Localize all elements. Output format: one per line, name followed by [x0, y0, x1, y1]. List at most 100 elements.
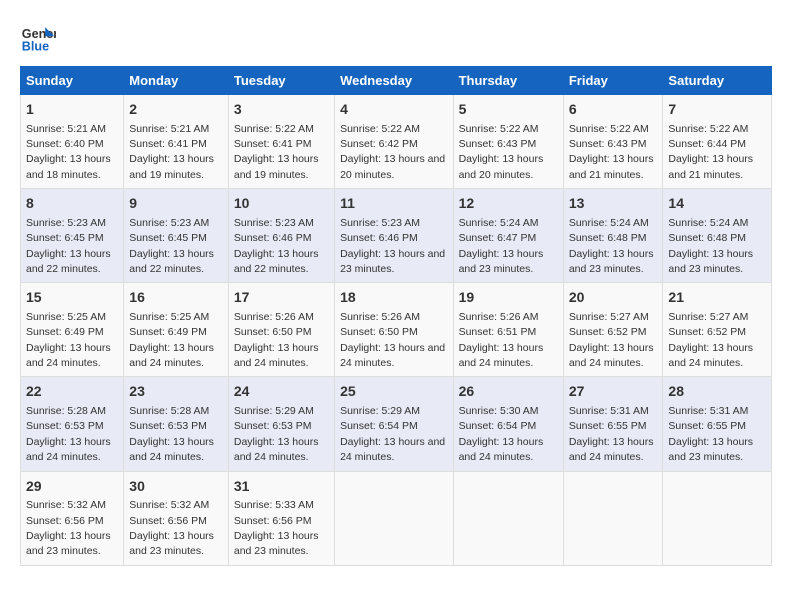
calendar-cell: 17 Sunrise: 5:26 AMSunset: 6:50 PMDaylig… [228, 283, 334, 377]
calendar-cell: 19 Sunrise: 5:26 AMSunset: 6:51 PMDaylig… [453, 283, 563, 377]
day-number: 29 [26, 477, 118, 497]
day-number: 12 [459, 194, 558, 214]
calendar-cell: 21 Sunrise: 5:27 AMSunset: 6:52 PMDaylig… [663, 283, 772, 377]
day-number: 26 [459, 382, 558, 402]
calendar-cell: 15 Sunrise: 5:25 AMSunset: 6:49 PMDaylig… [21, 283, 124, 377]
sunrise-info: Sunrise: 5:22 AMSunset: 6:44 PMDaylight:… [668, 123, 753, 181]
calendar-cell: 2 Sunrise: 5:21 AMSunset: 6:41 PMDayligh… [124, 95, 229, 189]
calendar-cell: 20 Sunrise: 5:27 AMSunset: 6:52 PMDaylig… [563, 283, 663, 377]
sunrise-info: Sunrise: 5:23 AMSunset: 6:46 PMDaylight:… [340, 217, 445, 275]
calendar-cell: 18 Sunrise: 5:26 AMSunset: 6:50 PMDaylig… [335, 283, 453, 377]
calendar-cell: 10 Sunrise: 5:23 AMSunset: 6:46 PMDaylig… [228, 189, 334, 283]
sunrise-info: Sunrise: 5:29 AMSunset: 6:54 PMDaylight:… [340, 405, 445, 463]
day-number: 23 [129, 382, 223, 402]
day-number: 28 [668, 382, 766, 402]
day-header-wednesday: Wednesday [335, 67, 453, 95]
day-header-tuesday: Tuesday [228, 67, 334, 95]
day-number: 22 [26, 382, 118, 402]
header-row: SundayMondayTuesdayWednesdayThursdayFrid… [21, 67, 772, 95]
sunrise-info: Sunrise: 5:32 AMSunset: 6:56 PMDaylight:… [26, 499, 111, 557]
calendar-cell [453, 471, 563, 565]
day-number: 27 [569, 382, 658, 402]
sunrise-info: Sunrise: 5:26 AMSunset: 6:51 PMDaylight:… [459, 311, 544, 369]
calendar-cell: 26 Sunrise: 5:30 AMSunset: 6:54 PMDaylig… [453, 377, 563, 471]
day-number: 11 [340, 194, 447, 214]
calendar-cell [335, 471, 453, 565]
week-row-2: 8 Sunrise: 5:23 AMSunset: 6:45 PMDayligh… [21, 189, 772, 283]
sunrise-info: Sunrise: 5:28 AMSunset: 6:53 PMDaylight:… [129, 405, 214, 463]
day-number: 10 [234, 194, 329, 214]
logo: General Blue [20, 20, 62, 56]
sunrise-info: Sunrise: 5:22 AMSunset: 6:41 PMDaylight:… [234, 123, 319, 181]
day-number: 19 [459, 288, 558, 308]
sunrise-info: Sunrise: 5:21 AMSunset: 6:40 PMDaylight:… [26, 123, 111, 181]
sunrise-info: Sunrise: 5:22 AMSunset: 6:42 PMDaylight:… [340, 123, 445, 181]
calendar-cell: 14 Sunrise: 5:24 AMSunset: 6:48 PMDaylig… [663, 189, 772, 283]
sunrise-info: Sunrise: 5:28 AMSunset: 6:53 PMDaylight:… [26, 405, 111, 463]
calendar-cell: 1 Sunrise: 5:21 AMSunset: 6:40 PMDayligh… [21, 95, 124, 189]
calendar-cell: 16 Sunrise: 5:25 AMSunset: 6:49 PMDaylig… [124, 283, 229, 377]
sunrise-info: Sunrise: 5:27 AMSunset: 6:52 PMDaylight:… [569, 311, 654, 369]
calendar-cell: 8 Sunrise: 5:23 AMSunset: 6:45 PMDayligh… [21, 189, 124, 283]
day-header-friday: Friday [563, 67, 663, 95]
calendar-cell: 22 Sunrise: 5:28 AMSunset: 6:53 PMDaylig… [21, 377, 124, 471]
sunrise-info: Sunrise: 5:31 AMSunset: 6:55 PMDaylight:… [569, 405, 654, 463]
page-header: General Blue [20, 20, 772, 56]
sunrise-info: Sunrise: 5:23 AMSunset: 6:45 PMDaylight:… [129, 217, 214, 275]
calendar-cell: 3 Sunrise: 5:22 AMSunset: 6:41 PMDayligh… [228, 95, 334, 189]
logo-icon: General Blue [20, 20, 56, 56]
day-number: 7 [668, 100, 766, 120]
calendar-cell: 11 Sunrise: 5:23 AMSunset: 6:46 PMDaylig… [335, 189, 453, 283]
calendar-cell: 25 Sunrise: 5:29 AMSunset: 6:54 PMDaylig… [335, 377, 453, 471]
calendar-cell: 23 Sunrise: 5:28 AMSunset: 6:53 PMDaylig… [124, 377, 229, 471]
sunrise-info: Sunrise: 5:33 AMSunset: 6:56 PMDaylight:… [234, 499, 319, 557]
calendar-cell: 28 Sunrise: 5:31 AMSunset: 6:55 PMDaylig… [663, 377, 772, 471]
calendar-cell: 6 Sunrise: 5:22 AMSunset: 6:43 PMDayligh… [563, 95, 663, 189]
day-number: 14 [668, 194, 766, 214]
calendar-cell: 5 Sunrise: 5:22 AMSunset: 6:43 PMDayligh… [453, 95, 563, 189]
sunrise-info: Sunrise: 5:23 AMSunset: 6:46 PMDaylight:… [234, 217, 319, 275]
day-number: 18 [340, 288, 447, 308]
calendar-cell: 4 Sunrise: 5:22 AMSunset: 6:42 PMDayligh… [335, 95, 453, 189]
calendar-cell: 9 Sunrise: 5:23 AMSunset: 6:45 PMDayligh… [124, 189, 229, 283]
sunrise-info: Sunrise: 5:25 AMSunset: 6:49 PMDaylight:… [26, 311, 111, 369]
sunrise-info: Sunrise: 5:31 AMSunset: 6:55 PMDaylight:… [668, 405, 753, 463]
day-number: 20 [569, 288, 658, 308]
sunrise-info: Sunrise: 5:23 AMSunset: 6:45 PMDaylight:… [26, 217, 111, 275]
day-number: 1 [26, 100, 118, 120]
sunrise-info: Sunrise: 5:30 AMSunset: 6:54 PMDaylight:… [459, 405, 544, 463]
calendar-cell [563, 471, 663, 565]
calendar-cell: 24 Sunrise: 5:29 AMSunset: 6:53 PMDaylig… [228, 377, 334, 471]
sunrise-info: Sunrise: 5:24 AMSunset: 6:48 PMDaylight:… [569, 217, 654, 275]
calendar-cell: 13 Sunrise: 5:24 AMSunset: 6:48 PMDaylig… [563, 189, 663, 283]
week-row-5: 29 Sunrise: 5:32 AMSunset: 6:56 PMDaylig… [21, 471, 772, 565]
day-number: 6 [569, 100, 658, 120]
sunrise-info: Sunrise: 5:22 AMSunset: 6:43 PMDaylight:… [459, 123, 544, 181]
day-number: 13 [569, 194, 658, 214]
day-number: 9 [129, 194, 223, 214]
day-header-sunday: Sunday [21, 67, 124, 95]
day-header-thursday: Thursday [453, 67, 563, 95]
calendar-cell [663, 471, 772, 565]
day-number: 25 [340, 382, 447, 402]
day-number: 4 [340, 100, 447, 120]
day-number: 17 [234, 288, 329, 308]
calendar-cell: 12 Sunrise: 5:24 AMSunset: 6:47 PMDaylig… [453, 189, 563, 283]
sunrise-info: Sunrise: 5:27 AMSunset: 6:52 PMDaylight:… [668, 311, 753, 369]
day-header-monday: Monday [124, 67, 229, 95]
sunrise-info: Sunrise: 5:29 AMSunset: 6:53 PMDaylight:… [234, 405, 319, 463]
day-number: 5 [459, 100, 558, 120]
calendar-table: SundayMondayTuesdayWednesdayThursdayFrid… [20, 66, 772, 566]
sunrise-info: Sunrise: 5:32 AMSunset: 6:56 PMDaylight:… [129, 499, 214, 557]
day-number: 15 [26, 288, 118, 308]
day-header-saturday: Saturday [663, 67, 772, 95]
day-number: 3 [234, 100, 329, 120]
sunrise-info: Sunrise: 5:24 AMSunset: 6:47 PMDaylight:… [459, 217, 544, 275]
calendar-cell: 31 Sunrise: 5:33 AMSunset: 6:56 PMDaylig… [228, 471, 334, 565]
sunrise-info: Sunrise: 5:26 AMSunset: 6:50 PMDaylight:… [340, 311, 445, 369]
day-number: 30 [129, 477, 223, 497]
calendar-cell: 27 Sunrise: 5:31 AMSunset: 6:55 PMDaylig… [563, 377, 663, 471]
week-row-4: 22 Sunrise: 5:28 AMSunset: 6:53 PMDaylig… [21, 377, 772, 471]
week-row-1: 1 Sunrise: 5:21 AMSunset: 6:40 PMDayligh… [21, 95, 772, 189]
day-number: 21 [668, 288, 766, 308]
